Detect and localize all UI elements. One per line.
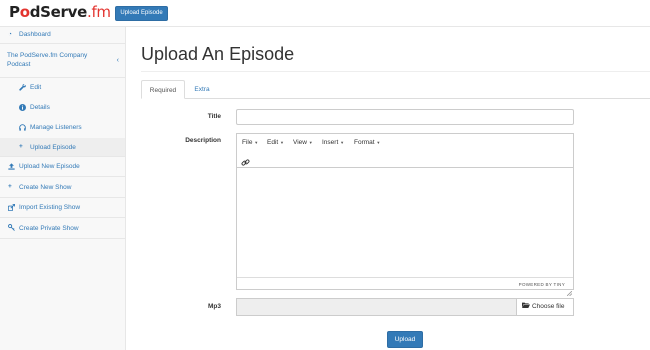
editor-menubar: File ▼ Edit ▼ View ▼ Insert ▼ Format ▼ (237, 134, 573, 168)
title-divider (141, 71, 650, 72)
mp3-file-path (236, 298, 516, 316)
import-icon (7, 203, 16, 213)
logo-text-start: P (9, 3, 20, 21)
sidebar-item-label: Manage Listeners (30, 124, 82, 131)
sidebar-item-import-existing-show[interactable]: Import Existing Show (0, 198, 125, 218)
title-input[interactable] (236, 109, 574, 125)
editor-menu-edit[interactable]: Edit ▼ (267, 139, 284, 146)
sidebar-item-edit[interactable]: Edit (0, 78, 125, 98)
sidebar-item-upload-episode[interactable]: + Upload Episode (0, 138, 125, 157)
description-editor[interactable]: File ▼ Edit ▼ View ▼ Insert ▼ Format ▼ P… (236, 133, 574, 297)
menu-label: Format (354, 139, 375, 146)
sidebar-item-label: Upload Episode (30, 144, 76, 151)
editor-menu-insert[interactable]: Insert ▼ (322, 139, 344, 146)
sidebar-item-label: Upload New Episode (19, 163, 80, 170)
upload-icon (8, 163, 15, 172)
tab-required[interactable]: Required (141, 80, 185, 99)
mp3-label: Mp3 (208, 303, 221, 310)
powered-by-tiny[interactable]: POWERED BY TINY (519, 282, 565, 287)
sidebar-item-create-private-show[interactable]: Create Private Show (0, 218, 125, 239)
caret-down-icon: ▼ (376, 140, 381, 145)
sidebar-item-label: Dashboard (19, 31, 51, 38)
top-navbar: PodServe.fm Upload Episode (0, 0, 650, 27)
dashboard-icon: ◔ (8, 31, 12, 38)
sidebar-item-upload-new-episode[interactable]: Upload New Episode (0, 157, 125, 177)
tab-extra[interactable]: Extra (189, 80, 215, 99)
sidebar-item-create-new-show[interactable]: + Create New Show (0, 177, 125, 198)
plus-icon: + (19, 143, 23, 150)
sidebar-item-dashboard[interactable]: ◔ Dashboard (0, 27, 125, 44)
podserve-logo[interactable]: PodServe.fm (9, 3, 111, 21)
menu-label: Insert (322, 139, 339, 146)
plus-icon: + (8, 183, 12, 190)
upload-episode-header-button[interactable]: Upload Episode (115, 6, 168, 21)
page-title: Upload An Episode (141, 44, 295, 64)
sidebar-item-manage-listeners[interactable]: Manage Listeners (0, 118, 125, 138)
sidebar-item-label: Import Existing Show (19, 204, 81, 211)
menu-label: View (293, 139, 307, 146)
wrench-icon (19, 84, 26, 93)
resize-handle-icon[interactable] (566, 283, 573, 297)
editor-menu-view[interactable]: View ▼ (293, 139, 313, 146)
sidebar-item-label: Create New Show (19, 184, 72, 191)
upload-button[interactable]: Upload (387, 331, 423, 348)
chevron-left-icon: ‹ (116, 57, 119, 64)
editor-menu-format[interactable]: Format ▼ (354, 139, 380, 146)
choose-file-button[interactable]: Choose file (516, 298, 574, 316)
sidebar-item-label: The PodServe.fm Company Podcast (7, 52, 88, 68)
editor-statusbar: POWERED BY TINY (237, 277, 573, 297)
logo-text-o: o (19, 3, 30, 21)
link-icon[interactable] (241, 154, 251, 166)
description-label: Description (185, 137, 221, 144)
menu-label: File (242, 139, 253, 146)
info-icon (19, 104, 26, 113)
sidebar-item-company-podcast[interactable]: The PodServe.fm Company Podcast ‹ (0, 44, 125, 78)
menu-label: Edit (267, 139, 279, 146)
headphones-icon (19, 124, 26, 133)
sidebar-item-details[interactable]: Details (0, 98, 125, 118)
folder-open-icon (522, 302, 532, 310)
caret-down-icon: ▼ (340, 140, 345, 145)
caret-down-icon: ▼ (254, 140, 259, 145)
sidebar-item-label: Edit (30, 84, 42, 91)
sidebar-item-label: Create Private Show (19, 225, 79, 232)
choose-file-label: Choose file (531, 303, 565, 310)
sidebar: ◔ Dashboard The PodServe.fm Company Podc… (0, 27, 126, 350)
logo-text-fm: .fm (86, 3, 111, 21)
caret-down-icon: ▼ (280, 140, 284, 145)
caret-down-icon: ▼ (308, 140, 313, 145)
logo-text-end: dServe (29, 3, 88, 21)
form-tabs: Required Extra (141, 80, 650, 99)
sidebar-item-label: Details (30, 104, 50, 111)
key-icon (8, 224, 15, 233)
title-label: Title (207, 113, 221, 120)
editor-menu-file[interactable]: File ▼ (242, 139, 258, 146)
